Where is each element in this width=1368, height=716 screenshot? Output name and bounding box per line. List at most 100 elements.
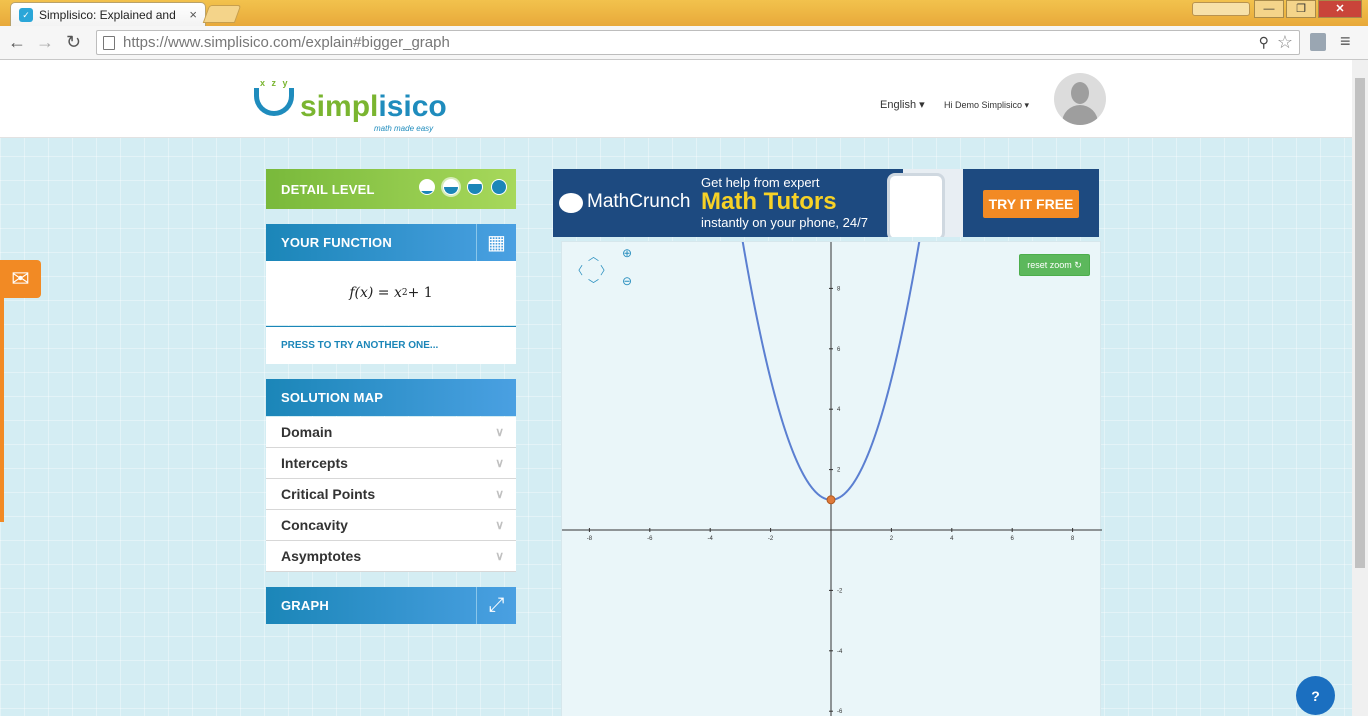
x-tick-label: 6 xyxy=(1011,536,1015,542)
bookmark-star-icon[interactable]: ☆ xyxy=(1277,32,1293,53)
detail-level-selector xyxy=(419,179,507,195)
avatar[interactable] xyxy=(1054,73,1106,125)
page-scrollbar[interactable] xyxy=(1352,60,1368,716)
logo-tagline: math made easy xyxy=(374,124,434,133)
logo-wordmark: simplisico xyxy=(300,92,447,122)
browser-menu-icon[interactable]: ≡ xyxy=(1340,31,1351,52)
mail-icon[interactable]: ✉ xyxy=(0,260,41,298)
logo-mark-icon: x z y xyxy=(252,78,298,122)
user-greeting: Hi Demo Simplisico xyxy=(944,100,1023,110)
ad-line-3: instantly on your phone, 24/7 xyxy=(701,215,868,230)
page-viewport: x z y simplisico math made easy English … xyxy=(0,60,1352,716)
solution-map-item[interactable]: Critical Points ∨ xyxy=(266,479,516,510)
solution-map-item[interactable]: Asymptotes ∨ xyxy=(266,541,516,572)
feedback-edge xyxy=(0,298,4,522)
maximize-button[interactable]: ❐ xyxy=(1286,0,1316,18)
logo-prefix: simpl xyxy=(300,90,379,123)
function-expression-suffix: + 1 xyxy=(407,285,433,301)
detail-level-dot[interactable] xyxy=(419,179,435,195)
chevron-down-icon[interactable]: ∨ xyxy=(495,549,504,563)
ad-brand: MathCrunch xyxy=(587,191,691,212)
reload-icon[interactable]: ↻ xyxy=(66,32,81,53)
y-tick-label: 6 xyxy=(837,347,841,353)
zoom-controls: ⊕ ⊖ xyxy=(622,246,632,302)
detail-level-title: DETAIL LEVEL xyxy=(281,181,375,197)
solution-map-item-label: Domain xyxy=(281,424,333,440)
x-tick-label: 4 xyxy=(950,536,954,542)
avatar-body xyxy=(1062,105,1098,125)
simplisico-logo[interactable]: x z y simplisico math made easy xyxy=(252,78,447,133)
solution-map-item[interactable]: Domain ∨ xyxy=(266,417,516,448)
page-icon xyxy=(103,35,115,50)
x-tick-label: -2 xyxy=(768,536,774,542)
language-dropdown[interactable]: English ▾ xyxy=(880,98,925,111)
site-header: x z y simplisico math made easy English … xyxy=(0,60,1352,138)
solution-map-item-label: Asymptotes xyxy=(281,548,362,564)
calculator-button[interactable]: ▦ xyxy=(476,224,516,261)
y-tick-label: 4 xyxy=(837,407,841,413)
browser-tab[interactable]: ✓ Simplisico: Explained and × xyxy=(10,2,206,26)
mathcrunch-ad-banner[interactable]: MathCrunch Get help from expert Math Tut… xyxy=(553,169,1099,237)
x-tick-label: 2 xyxy=(890,536,894,542)
pan-right-icon[interactable]: 〉 xyxy=(600,262,611,278)
function-graph[interactable]: -8 -6 -4 -2 2 4 6 8 8 6 4 2 -2 -4 -6 xyxy=(562,242,1102,716)
function-expression-prefix: f(x) = x xyxy=(349,285,402,301)
new-tab-button[interactable] xyxy=(202,5,242,23)
chat-support-button[interactable]: ? xyxy=(1296,676,1335,715)
y-tick-label: -4 xyxy=(837,649,843,655)
url-text[interactable]: https://www.simplisico.com/explain#bigge… xyxy=(123,34,1259,51)
pan-up-icon[interactable]: ︿ xyxy=(588,248,599,264)
extension-icon[interactable] xyxy=(1310,33,1326,51)
tab-close-icon[interactable]: × xyxy=(189,7,197,22)
forward-arrow-icon[interactable]: → xyxy=(36,32,54,53)
graph-area[interactable]: -8 -6 -4 -2 2 4 6 8 8 6 4 2 -2 -4 -6 ︿ 〈 〉 ﹀ ⊕ ⊖ reset… xyxy=(561,241,1102,716)
expand-graph-button[interactable]: ⤢ xyxy=(476,587,516,624)
url-host: https://www.simplisico.com xyxy=(123,34,302,51)
user-menu-dropdown[interactable]: Hi Demo Simplisico ▾ xyxy=(944,100,1029,111)
logo-letters: x z y xyxy=(260,78,290,88)
chevron-down-icon[interactable]: ∨ xyxy=(495,456,504,470)
reset-zoom-label: reset zoom xyxy=(1027,260,1072,270)
x-tick-label: 8 xyxy=(1071,536,1075,542)
chat-icon: ? xyxy=(1311,687,1320,704)
chevron-down-icon[interactable]: ∨ xyxy=(495,518,504,532)
zoom-out-icon[interactable]: ⊖ xyxy=(622,274,632,302)
solution-map-item-label: Critical Points xyxy=(281,486,376,502)
y-tick-label: -6 xyxy=(837,709,843,715)
minimize-button[interactable]: — xyxy=(1254,0,1284,18)
site-favicon-icon: ✓ xyxy=(19,7,33,22)
solution-map-item[interactable]: Intercepts ∨ xyxy=(266,448,516,479)
avatar-head xyxy=(1071,82,1089,104)
chevron-down-icon[interactable]: ∨ xyxy=(495,425,504,439)
address-bar[interactable]: https://www.simplisico.com/explain#bigge… xyxy=(96,30,1300,55)
scrollbar-thumb[interactable] xyxy=(1355,78,1365,568)
detail-level-dot[interactable] xyxy=(491,179,507,195)
detail-level-panel: DETAIL LEVEL xyxy=(266,169,516,209)
solution-map-item-label: Concavity xyxy=(281,517,348,533)
window-controls: — ❐ ✕ xyxy=(1254,0,1362,18)
y-tick-label: 8 xyxy=(837,286,841,292)
magnifier-icon[interactable]: ⚲ xyxy=(1259,34,1269,51)
try-another-link[interactable]: PRESS TO TRY ANOTHER ONE... xyxy=(266,326,516,364)
browser-profile-button[interactable] xyxy=(1192,2,1250,16)
your-function-title: YOUR FUNCTION xyxy=(281,235,392,250)
zoom-in-icon[interactable]: ⊕ xyxy=(622,246,632,274)
detail-level-dot[interactable] xyxy=(443,179,459,195)
your-function-header: YOUR FUNCTION ▦ xyxy=(266,224,516,261)
pan-left-icon[interactable]: 〈 xyxy=(572,262,583,278)
detail-level-dot[interactable] xyxy=(467,179,483,195)
x-tick-label: -8 xyxy=(587,536,593,542)
reset-zoom-button[interactable]: reset zoom ↻ xyxy=(1019,254,1090,276)
ad-phone-image xyxy=(887,173,945,237)
ad-line-2: Math Tutors xyxy=(701,188,837,215)
chevron-down-icon[interactable]: ∨ xyxy=(495,487,504,501)
function-display: f(x) = x2 + 1 xyxy=(266,261,516,325)
solution-map-item[interactable]: Concavity ∨ xyxy=(266,510,516,541)
ad-cta-button[interactable]: TRY IT FREE xyxy=(983,190,1079,218)
back-arrow-icon[interactable]: ← xyxy=(8,32,26,53)
y-tick-label: -2 xyxy=(837,588,843,594)
x-tick-label: -6 xyxy=(647,536,653,542)
window-close-button[interactable]: ✕ xyxy=(1318,0,1362,18)
pan-down-icon[interactable]: ﹀ xyxy=(588,276,599,292)
logo-suffix: isico xyxy=(378,90,447,123)
